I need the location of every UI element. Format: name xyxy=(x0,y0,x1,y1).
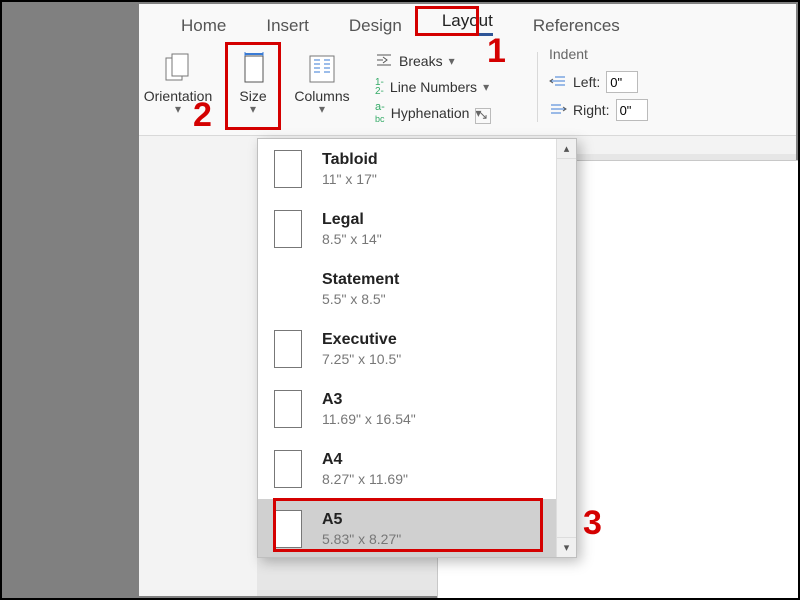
orientation-icon xyxy=(162,52,194,84)
ribbon-tabs: Home Insert Design Layout References xyxy=(139,4,796,42)
breaks-button[interactable]: Breaks ▾ xyxy=(369,48,495,74)
indent-left-icon xyxy=(549,74,567,91)
size-option-a5[interactable]: A5 5.83" x 8.27" xyxy=(258,499,556,557)
tab-references[interactable]: References xyxy=(513,10,640,42)
page-thumb-icon xyxy=(274,330,302,368)
size-option-dims: 5.5" x 8.5" xyxy=(322,291,399,307)
scroll-down-button[interactable]: ▾ xyxy=(557,537,576,557)
chevron-down-icon: ▾ xyxy=(483,82,489,92)
size-option-name: A3 xyxy=(322,391,416,409)
indent-left-label: Left: xyxy=(573,74,600,90)
breaks-label: Breaks xyxy=(399,53,443,69)
size-option-name: A5 xyxy=(322,511,401,529)
size-button[interactable]: Size ▾ xyxy=(225,46,281,132)
size-option-tabloid[interactable]: Tabloid 11" x 17" xyxy=(258,139,556,199)
screenshot-stage: Home Insert Design Layout References Ori… xyxy=(0,0,800,600)
size-option-executive[interactable]: Executive 7.25" x 10.5" xyxy=(258,319,556,379)
page-thumb-icon xyxy=(274,390,302,428)
size-option-name: Executive xyxy=(322,331,401,349)
tab-design[interactable]: Design xyxy=(329,10,422,42)
size-dropdown-menu: Tabloid 11" x 17" Legal 8.5" x 14" Statement… xyxy=(257,138,577,558)
indent-right-icon xyxy=(549,102,567,119)
page-setup-options: Breaks ▾ 1-2- Line Numbers ▾ a-bc Hyphen… xyxy=(369,48,495,126)
word-app-window: Home Insert Design Layout References Ori… xyxy=(139,4,796,596)
size-icon xyxy=(237,52,269,84)
columns-group: Columns ▾ xyxy=(287,46,357,132)
line-numbers-label: Line Numbers xyxy=(390,79,477,95)
indent-left-row: Left: xyxy=(549,68,648,96)
indent-right-input[interactable] xyxy=(616,99,648,121)
indent-left-input[interactable] xyxy=(606,71,638,93)
chevron-down-icon: ▾ xyxy=(175,104,181,114)
line-numbers-icon: 1-2- xyxy=(375,78,384,96)
size-option-dims: 11.69" x 16.54" xyxy=(322,411,416,427)
size-option-legal[interactable]: Legal 8.5" x 14" xyxy=(258,199,556,259)
columns-icon xyxy=(306,52,338,84)
tab-insert[interactable]: Insert xyxy=(246,10,329,42)
scroll-up-button[interactable]: ▴ xyxy=(557,139,576,159)
size-option-a3[interactable]: A3 11.69" x 16.54" xyxy=(258,379,556,439)
chevron-down-icon: ▾ xyxy=(449,56,455,66)
size-menu-list: Tabloid 11" x 17" Legal 8.5" x 14" Statement… xyxy=(258,139,556,557)
size-option-dims: 8.5" x 14" xyxy=(322,231,382,247)
scrollbar[interactable]: ▴ ▾ xyxy=(556,139,576,557)
indent-right-row: Right: xyxy=(549,96,648,124)
page-thumb-icon xyxy=(274,210,302,248)
tab-layout[interactable]: Layout xyxy=(422,5,513,42)
chevron-down-icon: ▾ xyxy=(319,104,325,114)
size-option-a4[interactable]: A4 8.27" x 11.69" xyxy=(258,439,556,499)
indent-right-label: Right: xyxy=(573,102,610,118)
page-thumb-icon xyxy=(274,450,302,488)
size-option-name: Legal xyxy=(322,211,382,229)
orientation-group: Orientation ▾ xyxy=(143,46,213,132)
page-thumb-icon xyxy=(274,150,302,188)
orientation-button[interactable]: Orientation ▾ xyxy=(143,46,213,132)
group-separator xyxy=(537,52,538,122)
line-numbers-button[interactable]: 1-2- Line Numbers ▾ xyxy=(369,74,495,100)
chevron-down-icon: ▾ xyxy=(250,104,256,114)
size-option-statement[interactable]: Statement 5.5" x 8.5" xyxy=(258,259,556,319)
size-option-dims: 5.83" x 8.27" xyxy=(322,531,401,547)
size-option-dims: 7.25" x 10.5" xyxy=(322,351,401,367)
size-option-name: A4 xyxy=(322,451,408,469)
page-thumb-icon xyxy=(274,270,302,308)
size-option-dims: 8.27" x 11.69" xyxy=(322,471,408,487)
hyphenation-icon: a-bc xyxy=(375,101,385,125)
page-thumb-icon xyxy=(274,510,302,548)
size-option-dims: 11" x 17" xyxy=(322,171,378,187)
tab-home[interactable]: Home xyxy=(161,10,246,42)
ribbon-layout: Orientation ▾ Size ▾ Col xyxy=(139,42,796,136)
tab-layout-label: Layout xyxy=(442,11,493,30)
size-group: Size ▾ xyxy=(225,46,281,132)
size-option-name: Tabloid xyxy=(322,151,378,169)
columns-button[interactable]: Columns ▾ xyxy=(287,46,357,132)
size-option-name: Statement xyxy=(322,271,399,289)
active-tab-underline xyxy=(442,33,493,36)
page-setup-dialog-launcher[interactable]: ↘ xyxy=(475,108,491,124)
indent-group: Indent Left: Right: xyxy=(549,46,648,124)
indent-header: Indent xyxy=(549,46,648,62)
hyphenation-label: Hyphenation xyxy=(391,105,470,121)
breaks-icon xyxy=(375,51,393,72)
